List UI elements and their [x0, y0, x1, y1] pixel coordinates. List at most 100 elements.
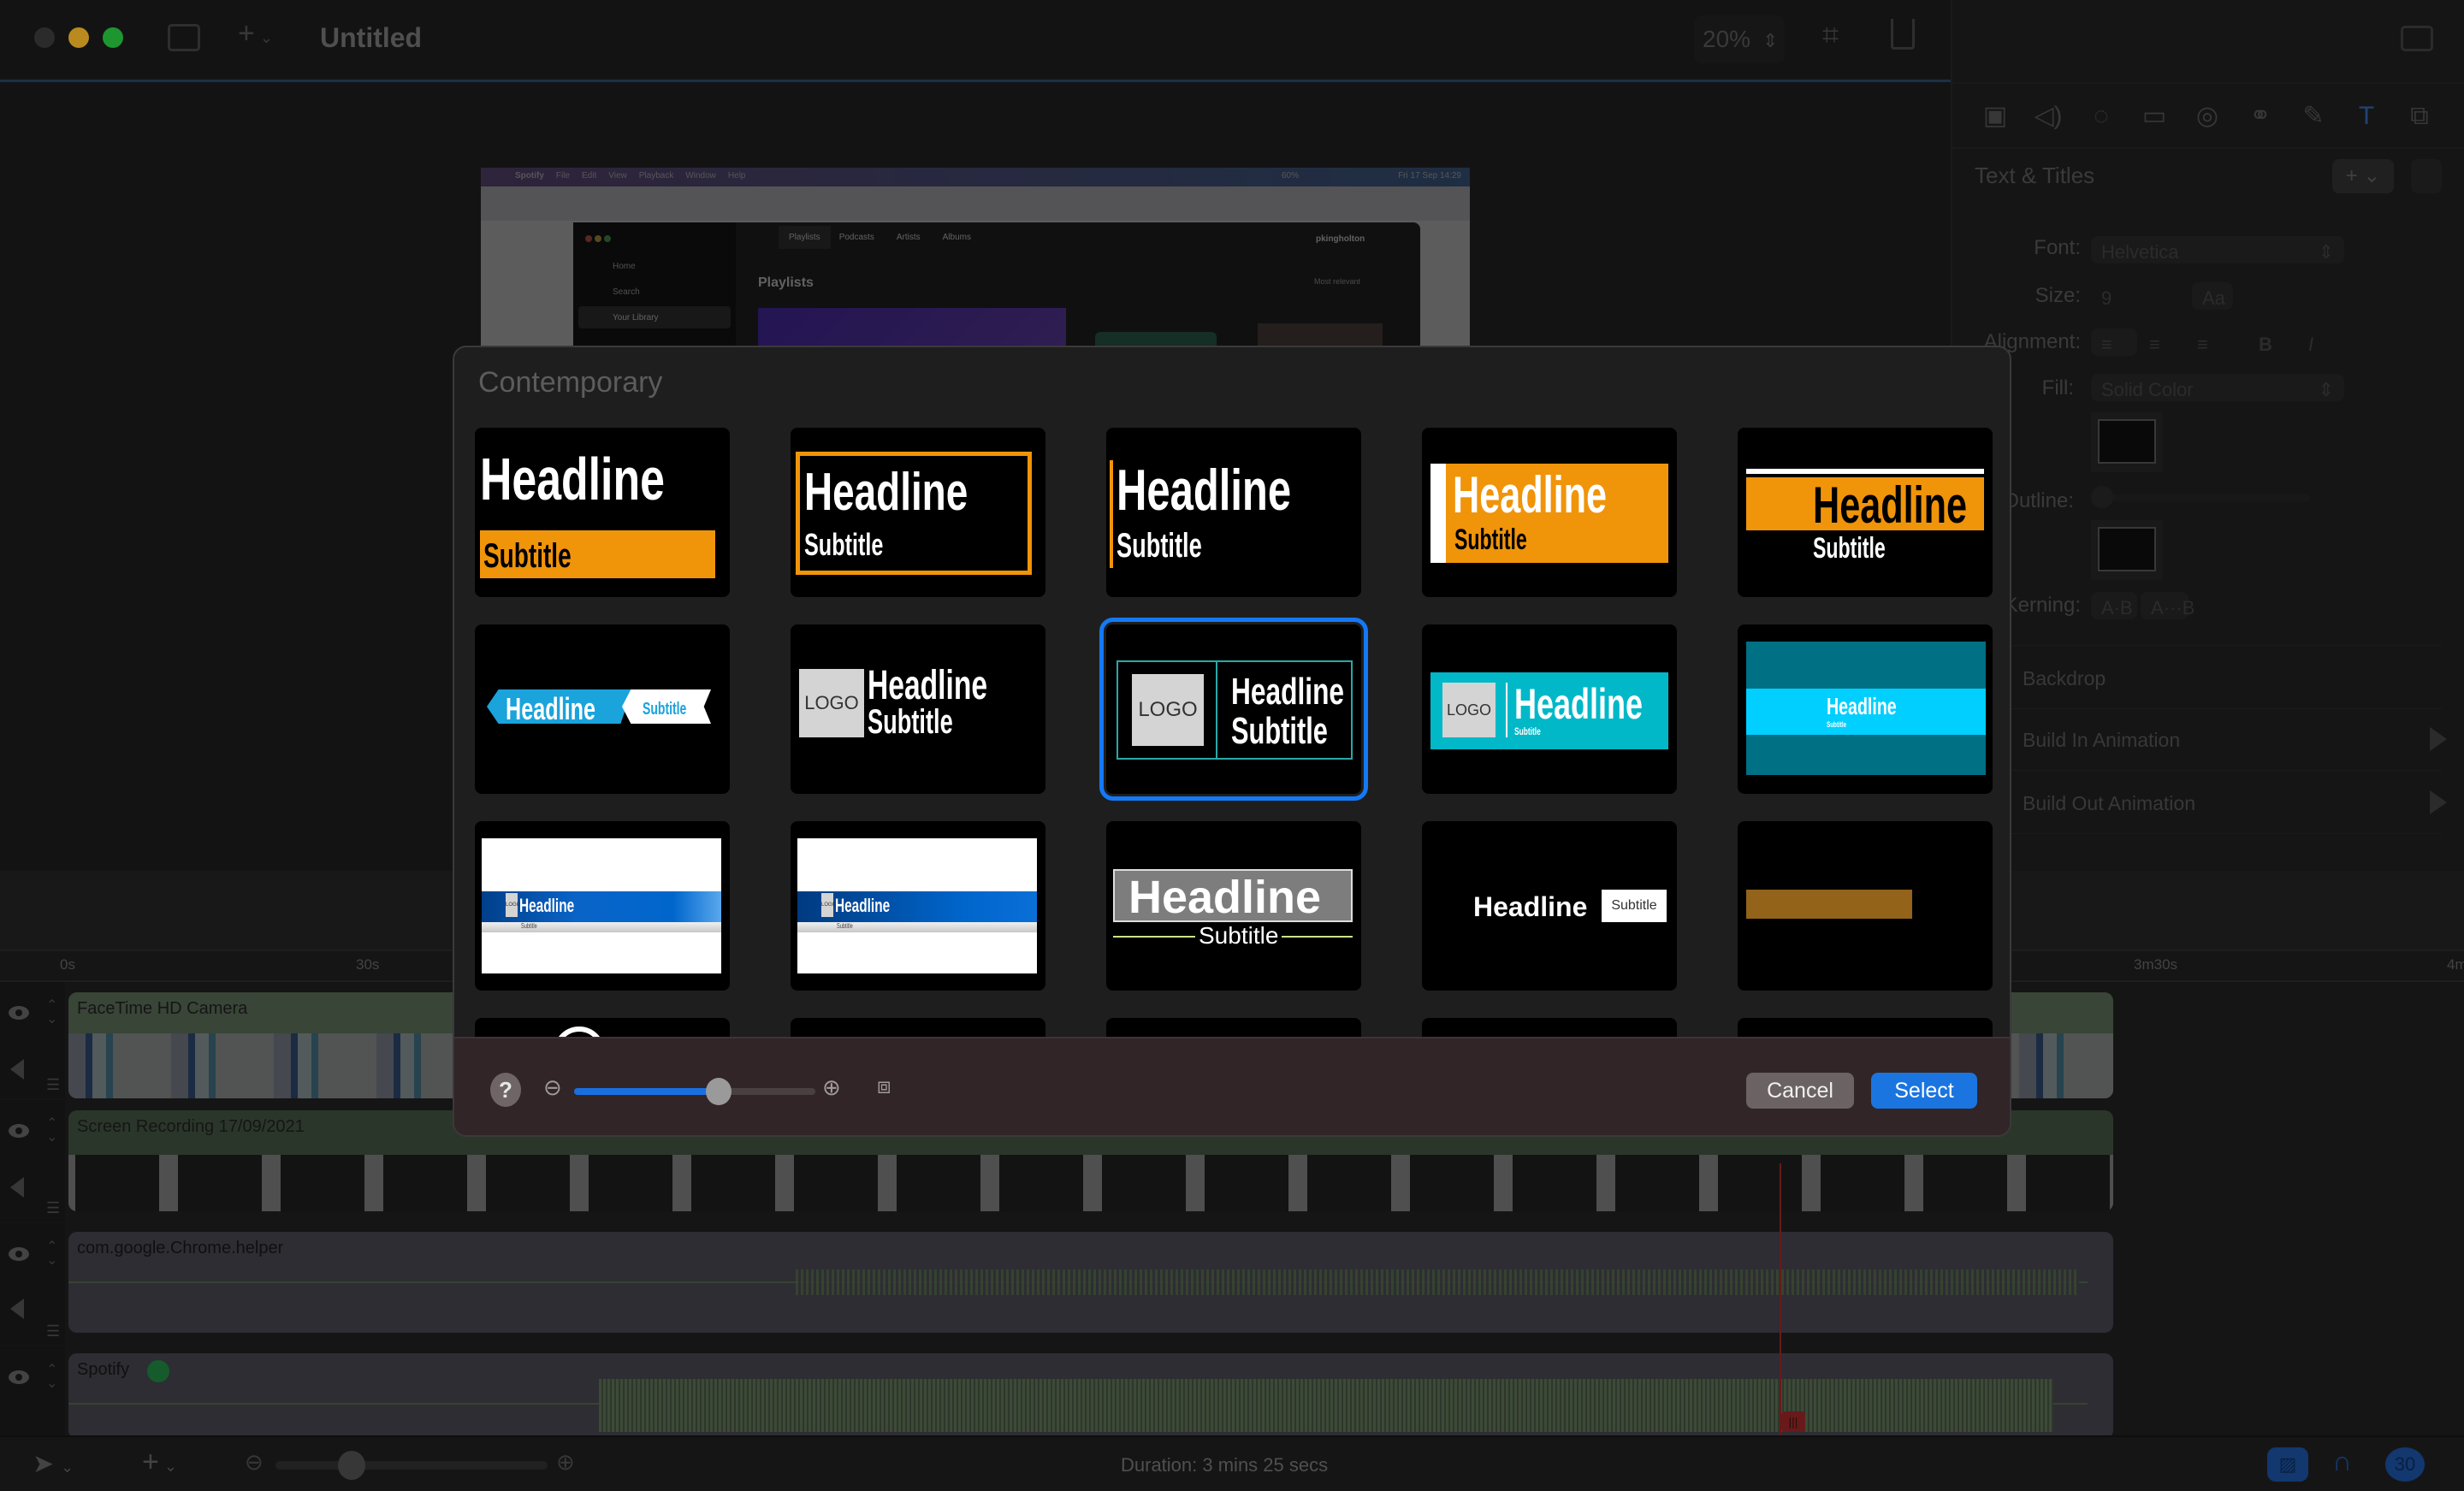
help-button[interactable]: ?: [490, 1073, 521, 1107]
template-thumbnail[interactable]: Headline Subtitle: [1422, 428, 1677, 597]
zoom-window-button[interactable]: [103, 27, 123, 48]
track-clip[interactable]: com.google.Chrome.helper: [68, 1232, 2113, 1333]
blend-icon[interactable]: ⚭: [2243, 99, 2277, 133]
add-text-button[interactable]: + ⌄: [2332, 159, 2394, 193]
eye-icon[interactable]: [9, 1006, 29, 1020]
track-menu-icon[interactable]: ☰: [46, 1076, 60, 1094]
add-track-button[interactable]: + ⌄: [142, 1446, 177, 1479]
frame-rate-badge[interactable]: 30: [2385, 1447, 2425, 1482]
speaker-icon[interactable]: [10, 1059, 24, 1080]
audio-icon[interactable]: ◁): [2031, 99, 2065, 133]
cancel-button[interactable]: Cancel: [1746, 1073, 1854, 1109]
build-out-animation-section[interactable]: Build Out Animation: [2023, 792, 2195, 815]
reorder-icon[interactable]: ⌃ ⌄: [46, 1240, 57, 1268]
speaker-icon[interactable]: [10, 1177, 24, 1198]
template-thumbnail[interactable]: LOGO Headline Subtitle: [475, 821, 730, 991]
canvas-preview[interactable]: Spotify File Edit View Playback Window Help Fr…: [481, 168, 1470, 347]
timeline-zoom-knob[interactable]: [338, 1451, 366, 1480]
thumbnail-toggle-icon[interactable]: ▨: [2267, 1447, 2308, 1482]
template-thumbnail[interactable]: LOGO Headline Subtitle: [791, 821, 1045, 991]
tick-label: 0s: [60, 956, 75, 973]
inspector-toggle-icon[interactable]: [2401, 26, 2433, 51]
template-thumbnail[interactable]: [1738, 821, 1993, 991]
media-icon[interactable]: ⧉: [2402, 99, 2437, 133]
italic-button[interactable]: I: [2298, 328, 2344, 356]
preview-battery: 60%: [1281, 171, 1299, 180]
kerning-tight-button[interactable]: A·B: [2091, 592, 2137, 619]
eye-icon[interactable]: [9, 1124, 29, 1138]
outline-slider[interactable]: [2091, 494, 2310, 501]
template-thumbnail[interactable]: Headline Subtitle: [1106, 821, 1361, 991]
size-field[interactable]: 9: [2091, 282, 2177, 310]
track-name: Spotify: [77, 1360, 130, 1379]
font-label: Font:: [2034, 236, 2081, 259]
outline-value-field[interactable]: [2325, 484, 2394, 510]
timeline-zoom-slider[interactable]: [275, 1461, 548, 1470]
fill-color-swatch[interactable]: [2091, 412, 2163, 472]
cursor-icon[interactable]: ◎: [2190, 99, 2224, 133]
sidebar-toggle-icon[interactable]: [168, 24, 200, 51]
minimize-window-button[interactable]: [68, 27, 89, 48]
slider-knob[interactable]: [706, 1078, 732, 1105]
eye-icon[interactable]: [9, 1247, 29, 1261]
outline-color-swatch[interactable]: [2091, 520, 2163, 580]
playhead[interactable]: [1780, 1163, 1781, 1435]
build-in-animation-section[interactable]: Build In Animation: [2023, 729, 2180, 752]
reorder-icon[interactable]: ⌃ ⌄: [46, 1117, 57, 1145]
template-thumbnail-selected[interactable]: LOGO Headline Subtitle: [1099, 618, 1368, 801]
align-center-button[interactable]: ≡: [2139, 328, 2185, 356]
add-media-button[interactable]: + ⌄: [238, 19, 273, 48]
speaker-icon[interactable]: [10, 1299, 24, 1319]
zoom-in-icon[interactable]: ⊕: [822, 1074, 841, 1101]
template-thumbnail[interactable]: Headline Subtitle: [1738, 428, 1993, 597]
reorder-icon[interactable]: ⌃ ⌄: [46, 999, 57, 1027]
eye-icon[interactable]: [9, 1370, 29, 1384]
clip-icon[interactable]: ▣: [1978, 99, 2012, 133]
font-style-button[interactable]: Aa: [2192, 282, 2233, 310]
backdrop-section[interactable]: Backdrop: [2023, 667, 2106, 690]
zoom-in-icon[interactable]: ⊕: [556, 1449, 575, 1476]
expand-arrow-icon[interactable]: [2430, 790, 2447, 814]
fill-select[interactable]: Solid Color ⇕: [2091, 374, 2344, 401]
selection-tool-icon[interactable]: ➤ ⌄: [33, 1449, 74, 1479]
close-window-button[interactable]: [34, 27, 55, 48]
kerning-loose-button[interactable]: A···B: [2141, 592, 2194, 619]
template-thumbnail[interactable]: Headline Subtitle: [475, 428, 730, 597]
track-menu-icon[interactable]: ☰: [46, 1322, 60, 1340]
template-thumbnail[interactable]: Headline Subtitle: [791, 428, 1045, 597]
canvas-zoom-stepper[interactable]: 20% ⇕: [1694, 15, 1785, 63]
align-left-button[interactable]: ≡: [2091, 328, 2137, 356]
reorder-icon[interactable]: ⌃ ⌄: [46, 1364, 57, 1391]
align-right-button[interactable]: ≡: [2187, 328, 2233, 356]
zoom-out-icon[interactable]: ⊖: [245, 1449, 264, 1476]
size-label: Size:: [2035, 284, 2081, 307]
share-icon[interactable]: [1891, 19, 1915, 50]
track-name: com.google.Chrome.helper: [77, 1239, 284, 1257]
timing-icon[interactable]: ◌: [2084, 99, 2118, 133]
fit-height-icon[interactable]: ⧈: [877, 1073, 891, 1100]
snap-magnet-icon[interactable]: ∩: [2332, 1446, 2352, 1477]
display-icon[interactable]: ▭: [2137, 99, 2171, 133]
template-thumbnail[interactable]: LOGO Headline Subtitle: [791, 624, 1045, 794]
text-icon[interactable]: T: [2349, 99, 2384, 133]
outline-slider-knob[interactable]: [2091, 486, 2113, 508]
thumbnail-size-slider[interactable]: [574, 1088, 815, 1095]
font-select[interactable]: Helvetica ⇕: [2091, 236, 2344, 263]
select-button[interactable]: Select: [1871, 1073, 1977, 1109]
track-clip[interactable]: Spotify: [68, 1353, 2113, 1439]
crop-icon[interactable]: ⌗: [1822, 21, 1839, 50]
divider: [2005, 770, 2442, 771]
template-thumbnail[interactable]: Headline Subtitle: [1422, 821, 1677, 991]
annotation-icon[interactable]: ✎: [2296, 99, 2331, 133]
zoom-out-icon[interactable]: ⊖: [543, 1074, 562, 1101]
playhead-handle[interactable]: |||: [1781, 1411, 1805, 1432]
track-menu-icon[interactable]: ☰: [46, 1199, 60, 1217]
template-thumbnail[interactable]: LOGO Headline Subtitle: [1422, 624, 1677, 794]
template-thumbnail[interactable]: Headline Subtitle: [1738, 624, 1993, 794]
3d-box-icon[interactable]: [2411, 159, 2442, 193]
template-thumbnail[interactable]: Headline Subtitle: [475, 624, 730, 794]
template-thumbnail[interactable]: Headline Subtitle: [1106, 428, 1361, 597]
bold-button[interactable]: B: [2248, 328, 2295, 356]
expand-arrow-icon[interactable]: [2430, 727, 2447, 751]
title-template-picker: Contemporary Headline Subtitle Headline …: [453, 346, 2011, 1137]
